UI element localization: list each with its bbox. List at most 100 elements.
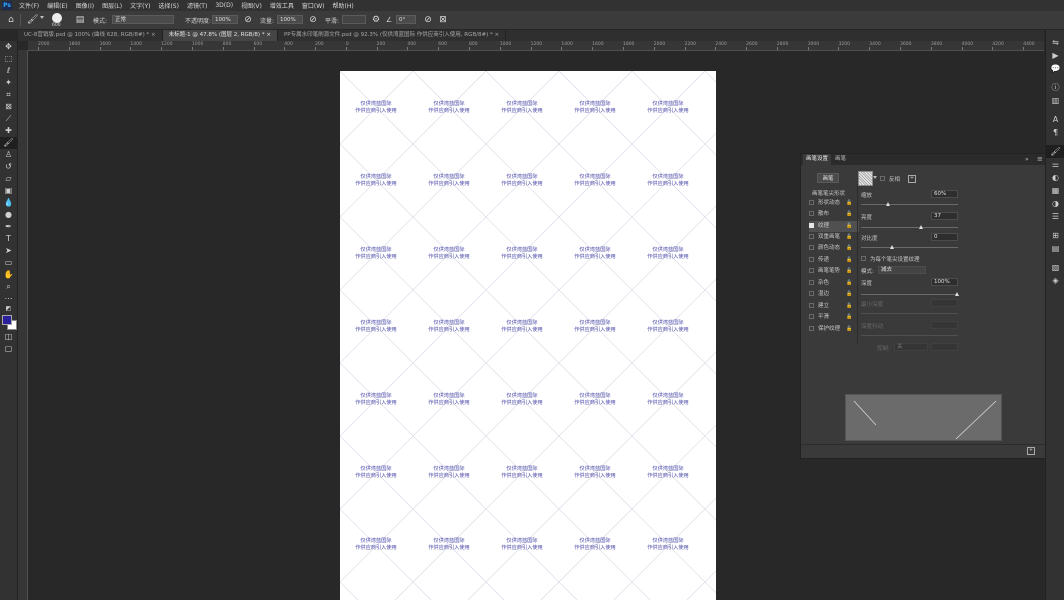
clone-stamp-tool-icon[interactable]: ♙ [0,149,17,161]
tab-brush-settings[interactable]: 画笔设置 [803,154,832,165]
default-colors-icon[interactable]: ◩ [0,305,17,313]
option-protect-texture[interactable]: 保护纹理 [809,324,840,335]
angle-input[interactable]: 0° [396,15,416,24]
layers-icon[interactable]: ▧ [1046,261,1064,274]
close-icon[interactable]: × [495,32,500,38]
depth-input[interactable]: 100% [931,278,958,286]
symmetry-icon[interactable]: ⊠ [438,15,448,25]
histogram-icon[interactable]: ▥ [1046,94,1064,107]
checkbox-checked[interactable] [809,223,814,228]
healing-brush-tool-icon[interactable]: ✚ [0,125,17,137]
menu-3d[interactable]: 3D(D) [211,2,237,9]
menu-file[interactable]: 文件(F) [15,1,43,10]
new-pattern-icon[interactable]: + [908,175,916,183]
crop-tool-icon[interactable]: ⌗ [0,89,17,101]
lock-icon[interactable]: 🔓 [846,255,852,266]
collapse-panel-icon[interactable]: » [1025,156,1029,163]
smoothing-input[interactable] [342,15,366,24]
option-build-up[interactable]: 建立 [809,301,829,312]
contrast-input[interactable]: 0 [931,233,958,241]
brush-preset-picker[interactable] [52,13,62,23]
option-shape-dynamics[interactable]: 形状动态 [809,198,840,209]
opacity-input[interactable]: 100% [212,15,238,24]
airbrush-icon[interactable]: ⊘ [308,15,318,25]
frame-tool-icon[interactable]: ⊠ [0,101,17,113]
option-wet-edges[interactable]: 湿边 [809,289,829,300]
menu-help[interactable]: 帮助(H) [329,1,358,10]
checkbox[interactable] [809,314,814,319]
home-icon[interactable]: ⌂ [6,15,16,25]
new-brush-icon[interactable]: + [1027,447,1035,455]
adjustments-icon[interactable]: ◑ [1046,197,1064,210]
texture-pattern-picker[interactable] [858,171,873,186]
lock-icon[interactable]: 🔓 [846,312,852,323]
option-smoothing[interactable]: 平滑 [809,312,829,323]
brush-settings-toggle-icon[interactable]: ▤ [75,15,85,25]
properties-icon[interactable]: ⚌ [1046,158,1064,171]
hand-tool-icon[interactable]: ✋ [0,269,17,281]
tab-document-3[interactable]: PP专属水印笔刷源文件.psd @ 92.3% (仅供湾蓝国际 作供应商引入使用… [278,30,507,41]
option-dual-brush[interactable]: 双重画笔 [809,232,840,243]
magic-wand-tool-icon[interactable]: ✦ [0,77,17,89]
lock-icon[interactable]: 🔓 [846,266,852,277]
quick-mask-icon[interactable]: ◫ [0,331,17,343]
lock-icon[interactable]: 🔓 [846,221,852,232]
contrast-slider-thumb[interactable] [890,245,894,249]
menu-type[interactable]: 文字(Y) [126,1,154,10]
brush-tool-icon[interactable]: 🖌 [0,137,17,149]
checkbox[interactable] [809,234,814,239]
path-selection-tool-icon[interactable]: ➤ [0,245,17,257]
option-color-dynamics[interactable]: 颜色动态 [809,243,840,254]
brightness-input[interactable]: 37 [931,212,958,220]
chevron-down-icon[interactable] [873,176,877,179]
mode-select[interactable]: 正常 [112,15,174,24]
lock-icon[interactable]: 🔓 [846,198,852,209]
menu-edit[interactable]: 编辑(E) [43,1,71,10]
option-scattering[interactable]: 散布 [809,209,829,220]
move-tool-icon[interactable]: ✥ [0,41,17,53]
menu-view[interactable]: 视图(V) [237,1,266,10]
scale-input[interactable]: 60% [931,190,958,198]
pressure-opacity-icon[interactable]: ⊘ [243,15,253,25]
option-transfer[interactable]: 传递 [809,255,829,266]
depth-slider-thumb[interactable] [955,292,959,296]
checkbox[interactable] [809,280,814,285]
menu-filter[interactable]: 滤镜(T) [183,1,211,10]
marquee-tool-icon[interactable]: ⬚ [0,53,17,65]
tab-document-2[interactable]: 未标题-1 @ 47.8% (图层 2, RGB/8) * × [162,30,278,41]
channels-icon[interactable]: ◈ [1046,274,1064,287]
close-icon[interactable]: × [266,32,271,38]
option-noise[interactable]: 杂色 [809,278,829,289]
texture-mode-select[interactable]: 减去 [878,266,926,274]
invert-checkbox[interactable] [880,175,889,182]
checkbox[interactable] [809,268,814,273]
libraries-icon[interactable]: ☰ [1046,210,1064,223]
menu-window[interactable]: 窗口(W) [298,1,329,10]
swatches-icon[interactable]: ▦ [1046,184,1064,197]
gradients-icon[interactable]: ▤ [1046,242,1064,255]
brush-tool-icon[interactable]: 🖌 [27,15,38,25]
scale-slider-thumb[interactable] [886,202,890,206]
panel-menu-icon[interactable]: ≡ [1037,155,1043,163]
menu-plugins[interactable]: 增效工具 [266,1,298,10]
type-tool-icon[interactable]: T [0,233,17,245]
zoom-tool-icon[interactable]: ⌕ [0,281,17,293]
chevron-down-icon[interactable] [40,16,44,19]
tab-brushes[interactable]: 画笔 [832,154,849,165]
tab-document-1[interactable]: UC-8营销版.psd @ 100% (曲线 628, RGB/8#) * × [18,30,163,41]
brush-settings-icon[interactable]: 🖌 [1046,145,1064,158]
foreground-color-swatch[interactable] [2,315,12,325]
close-icon[interactable]: × [151,32,156,38]
flow-input[interactable]: 100% [277,15,303,24]
checkbox[interactable] [809,326,814,331]
screen-mode-icon[interactable]: ▢ [0,343,17,355]
checkbox[interactable] [809,200,814,205]
color-icon[interactable]: ◐ [1046,171,1064,184]
lock-icon[interactable]: 🔓 [846,301,852,312]
rectangle-tool-icon[interactable]: ▭ [0,257,17,269]
checkbox[interactable] [809,211,814,216]
menu-select[interactable]: 选择(S) [154,1,183,10]
menu-image[interactable]: 图像(I) [72,1,98,10]
each-tip-checkbox[interactable] [861,255,870,262]
lock-icon[interactable]: 🔓 [846,232,852,243]
